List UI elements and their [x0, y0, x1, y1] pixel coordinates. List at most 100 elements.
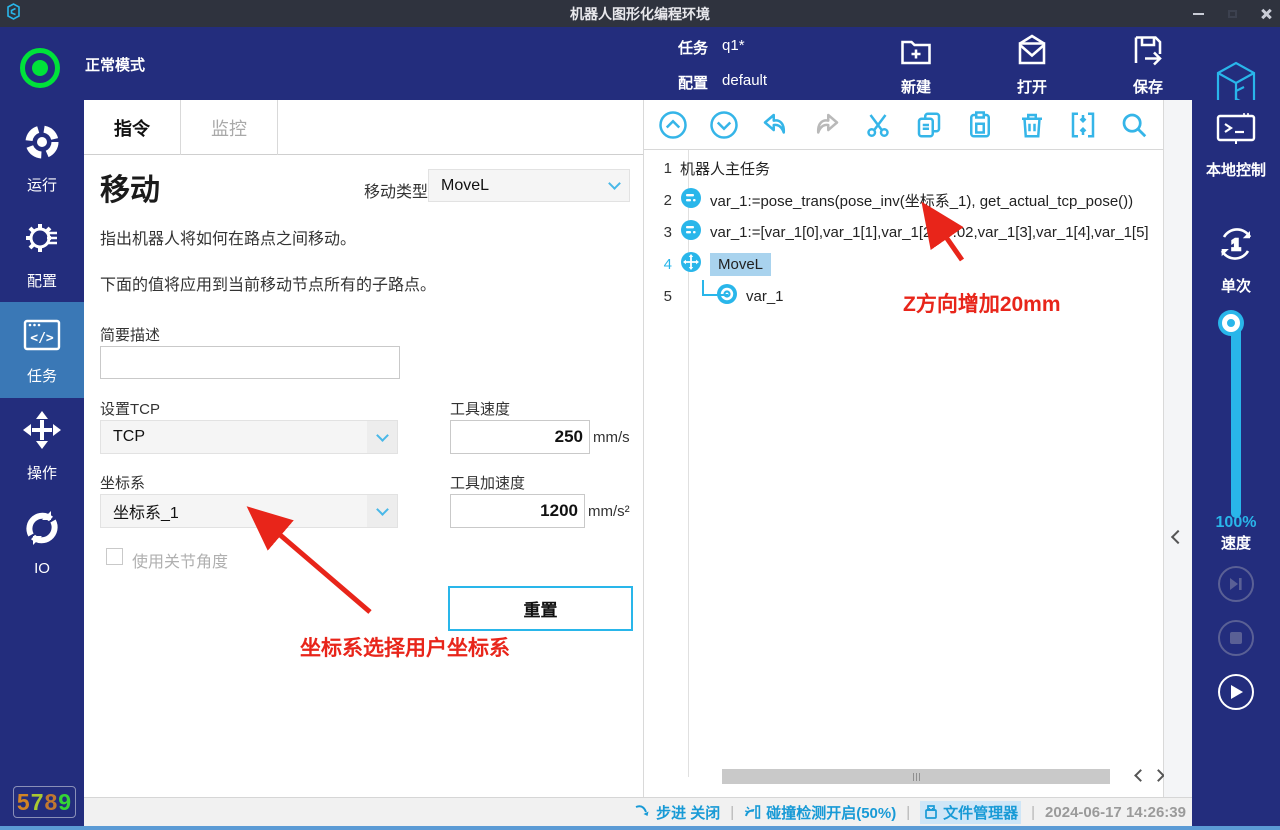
single-run-button[interactable]: 1 单次 [1192, 222, 1280, 296]
run-icon [21, 121, 63, 168]
file-manager-status[interactable]: 文件管理器 [920, 801, 1021, 824]
assignment-node-icon [680, 187, 702, 214]
title-bar: 机器人图形化编程环境 [0, 0, 1280, 27]
maximize-button[interactable] [1224, 6, 1240, 22]
offset-annotation-text: Z方向增加20mm [903, 288, 1061, 318]
tab-row: 指令 监控 [84, 100, 643, 155]
tree-row-movel[interactable]: 4 MoveL [644, 248, 1163, 280]
collision-detection-status[interactable]: 碰撞检测开启(50%) [744, 802, 896, 823]
tree-connector [702, 280, 728, 296]
minimize-button[interactable] [1190, 6, 1206, 22]
tree-node-label-selected: MoveL [710, 253, 771, 276]
local-control-button[interactable]: 本地控制 [1192, 110, 1280, 180]
tool-accel-input[interactable]: 1200 [450, 494, 585, 528]
save-button[interactable]: 保存 [1112, 33, 1184, 97]
step-next-button[interactable] [1218, 566, 1254, 602]
stop-button[interactable] [1218, 620, 1254, 656]
header: 正常模式 任务 q1* 配置 default 新建 打开 保存 [0, 27, 1280, 100]
collapse-button[interactable] [1066, 108, 1100, 142]
line-number: 1 [644, 160, 680, 177]
single-run-label: 单次 [1221, 275, 1251, 296]
tree-row-main-task[interactable]: 1 机器人主任务 [644, 152, 1163, 184]
run-label: 运行 [27, 174, 57, 195]
sidebar-item-task[interactable]: </> 任务 [0, 302, 84, 398]
chevron-down-icon [367, 495, 397, 527]
delete-button[interactable] [1015, 108, 1049, 142]
collision-icon [744, 804, 762, 820]
task-key: 任务 [678, 37, 708, 58]
tree-row-assignment-1[interactable]: 2 var_1:=pose_trans(pose_inv(坐标系_1), get… [644, 184, 1163, 216]
move-up-button[interactable] [656, 108, 690, 142]
paste-button[interactable] [963, 108, 997, 142]
sidebar-item-config[interactable]: 配置 [0, 206, 84, 302]
tool-speed-label: 工具速度 [450, 398, 510, 419]
chevron-down-icon [367, 421, 397, 453]
io-label: IO [34, 560, 50, 577]
frame-select[interactable]: 坐标系_1 [100, 494, 398, 528]
tab-monitor[interactable]: 监控 [181, 100, 278, 155]
tree-node-label: var_1:=pose_trans(pose_inv(坐标系_1), get_a… [710, 190, 1133, 211]
reset-button[interactable]: 重置 [448, 586, 633, 631]
step-mode-status[interactable]: 步进 关闭 [634, 802, 720, 823]
single-cycle-icon: 1 [1214, 222, 1258, 271]
description-line-1: 指出机器人将如何在路点之间移动。 [100, 225, 356, 249]
move-down-button[interactable] [707, 108, 741, 142]
status-code-badge: 5789 [13, 786, 76, 818]
operate-label: 操作 [27, 462, 57, 483]
scroll-left-icon[interactable] [1134, 769, 1147, 782]
task-code-window-icon: </> [20, 314, 64, 359]
copy-button[interactable] [912, 108, 946, 142]
horizontal-scrollbar[interactable] [644, 768, 1164, 785]
line-number: 3 [644, 224, 680, 241]
search-button[interactable] [1117, 108, 1151, 142]
tool-speed-input[interactable]: 250 [450, 420, 590, 454]
sidebar-item-operate[interactable]: 操作 [0, 398, 84, 494]
local-control-label: 本地控制 [1206, 159, 1266, 180]
redo-button[interactable] [810, 108, 844, 142]
cut-button[interactable] [861, 108, 895, 142]
left-sidebar: 运行 配置 </> 任务 操作 IO 5789 [0, 100, 84, 826]
bottom-accent-line [0, 826, 1280, 830]
close-button[interactable] [1258, 6, 1274, 22]
play-icon [1229, 684, 1244, 700]
joint-angle-checkbox[interactable] [106, 548, 123, 565]
skip-next-icon [1228, 576, 1244, 592]
scroll-right-icon[interactable] [1152, 769, 1165, 782]
stop-icon [1229, 631, 1243, 645]
collapse-panel-icon[interactable] [1171, 530, 1185, 544]
svg-text:</>: </> [30, 331, 54, 346]
tcp-label: 设置TCP [100, 398, 160, 419]
operate-arrows-icon [21, 409, 63, 456]
new-button[interactable]: 新建 [880, 33, 952, 97]
mode-indicator-icon [20, 48, 60, 88]
description-line-2: 下面的值将应用到当前移动节点所有的子路点。 [100, 271, 436, 295]
mode-label: 正常模式 [85, 54, 145, 75]
brief-desc-label: 简要描述 [100, 324, 160, 345]
save-disk-icon [1129, 33, 1167, 74]
open-button[interactable]: 打开 [996, 33, 1068, 97]
tcp-select[interactable]: TCP [100, 420, 398, 454]
speed-slider[interactable] [1231, 318, 1241, 518]
play-button[interactable] [1218, 674, 1254, 710]
move-type-select[interactable]: MoveL [428, 169, 630, 202]
tree-row-assignment-2[interactable]: 3 var_1:=[var_1[0],var_1[1],var_1[2]+0.0… [644, 216, 1163, 248]
line-number: 2 [644, 192, 680, 209]
scrollbar-thumb[interactable] [722, 769, 1110, 784]
tab-instruction[interactable]: 指令 [84, 100, 181, 155]
sidebar-item-run[interactable]: 运行 [0, 110, 84, 206]
assignment-node-icon [680, 219, 702, 246]
window-title: 机器人图形化编程环境 [0, 4, 1280, 24]
sidebar-item-io[interactable]: IO [0, 494, 84, 590]
move-node-icon [680, 251, 702, 278]
speed-percent: 100% [1192, 514, 1280, 532]
usb-drive-icon [923, 804, 939, 820]
save-label: 保存 [1133, 76, 1163, 97]
speed-slider-handle[interactable] [1222, 314, 1240, 332]
undo-button[interactable] [758, 108, 792, 142]
tree-node-label: 机器人主任务 [680, 158, 770, 179]
config-key: 配置 [678, 72, 708, 93]
clock-timestamp: 2024-06-17 14:26:39 [1045, 804, 1186, 821]
brief-desc-input[interactable] [100, 346, 400, 379]
speed-label: 速度 [1192, 532, 1280, 553]
config-label: 配置 [27, 270, 57, 291]
